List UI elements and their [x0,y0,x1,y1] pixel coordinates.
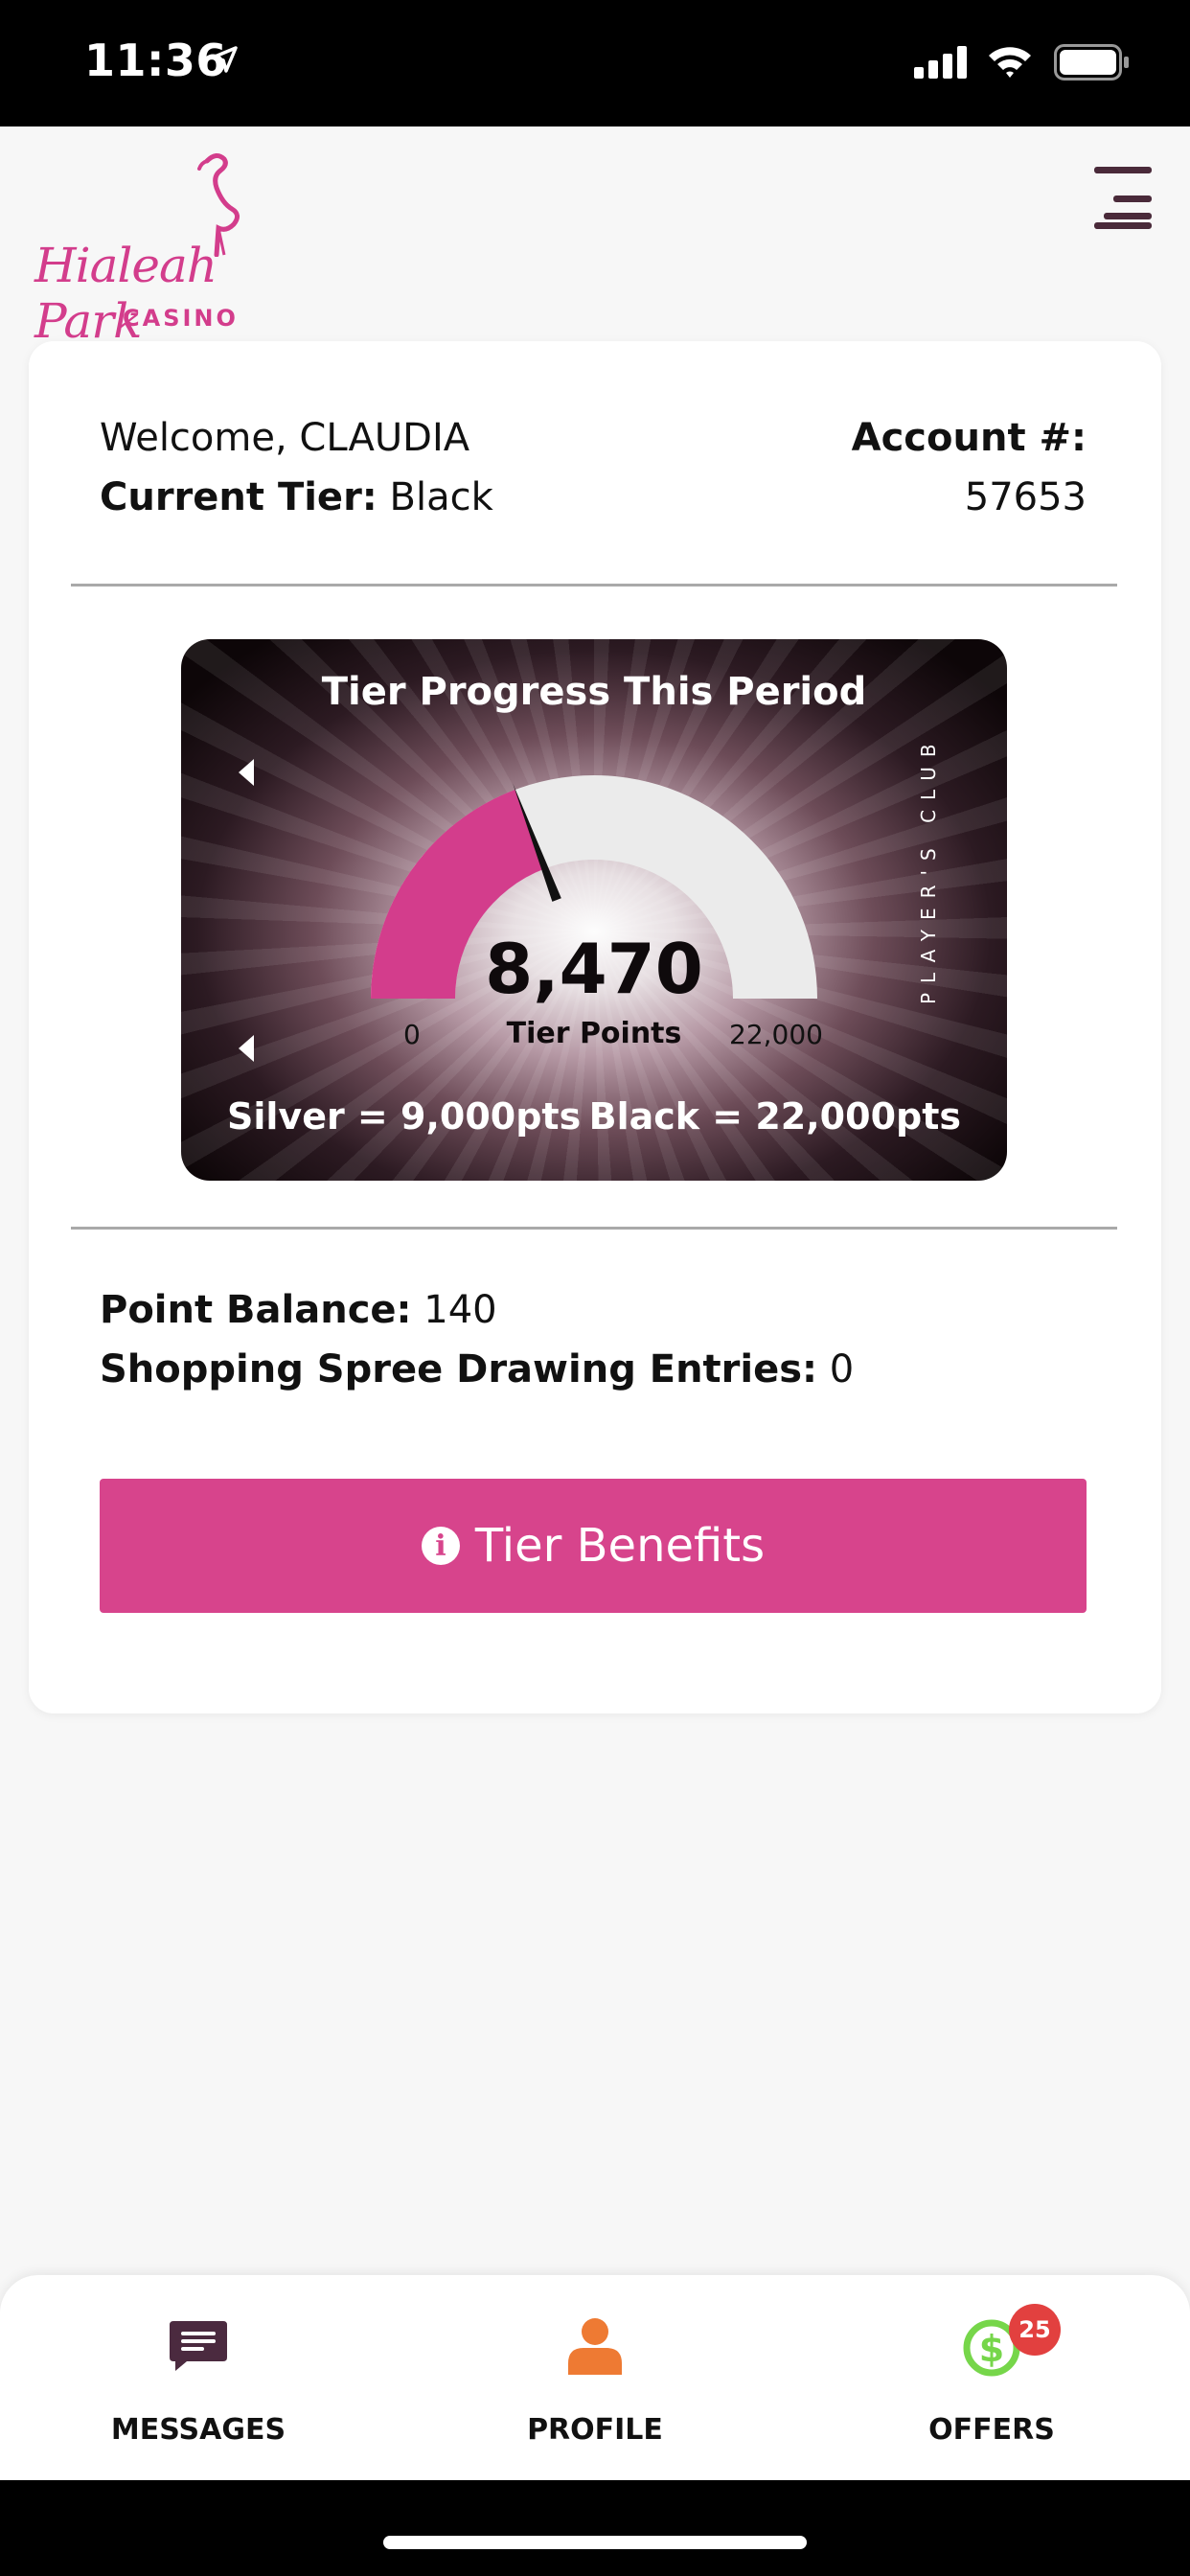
tier-benefits-button[interactable]: i Tier Benefits [100,1479,1087,1613]
menu-line [1104,213,1152,219]
silver-threshold: Silver = 9,000pts [227,1095,582,1138]
svg-text:$: $ [979,2328,1004,2370]
home-indicator[interactable] [383,2536,807,2549]
tier-points-label: Tier Points [506,1017,682,1050]
menu-line [1094,222,1152,229]
tier-points-value: 8,470 [485,929,703,1009]
account-label: Account #: [851,416,1087,460]
tier-label: Current Tier: [100,475,378,519]
nav-profile-label: PROFILE [527,2413,663,2447]
signal-icon [914,46,967,79]
battery-icon [1054,44,1129,80]
gauge-min-label: 0 [403,1019,421,1050]
menu-line [1113,196,1152,202]
nav-messages[interactable]: MESSAGES [55,2275,342,2480]
point-balance-value: 140 [411,1288,497,1332]
black-threshold: Black = 22,000pts [588,1095,961,1138]
offers-badge: 25 [1009,2304,1061,2356]
nav-profile[interactable]: PROFILE [451,2275,739,2480]
message-icon [170,2321,227,2371]
divider [71,584,1117,586]
status-time: 11:36 [84,34,227,86]
status-bar: 11:36 [0,0,1190,126]
bottom-nav: MESSAGES PROFILE $ 25 OFFERS [0,2275,1190,2480]
logo-subtitle: CASINO [123,305,239,332]
menu-line [1094,167,1152,173]
welcome-text: Welcome, CLAUDIA [100,416,470,460]
account-card: Welcome, CLAUDIA Current Tier: Black Acc… [29,341,1161,1714]
tier-progress-card: Tier Progress This Period 8,470 Tier Poi… [181,639,1007,1181]
current-tier: Current Tier: Black [100,475,493,519]
hamburger-menu-button[interactable] [1088,167,1156,234]
logo-text: Hialeah Park [34,238,217,349]
profile-icon [568,2318,622,2375]
drawing-entries: Shopping Spree Drawing Entries: 0 [100,1347,854,1392]
location-icon [211,46,238,73]
home-bar-area [0,2480,1190,2576]
point-balance: Point Balance: 140 [100,1288,497,1332]
drawing-entries-value: 0 [817,1347,855,1392]
account-number: 57653 [964,475,1087,519]
divider [71,1227,1117,1230]
players-club-text: PLAYER'S CLUB [917,734,940,1004]
casino-logo[interactable]: Hialeah Park CASINO [34,151,332,349]
nav-messages-label: MESSAGES [110,2413,286,2447]
tier-value: Black [377,475,493,519]
nav-offers-label: OFFERS [928,2413,1055,2447]
point-balance-label: Point Balance: [100,1288,412,1332]
nav-offers[interactable]: $ 25 OFFERS [848,2275,1135,2480]
wifi-icon [989,47,1031,78]
info-icon: i [421,1527,460,1565]
drawing-entries-label: Shopping Spree Drawing Entries: [100,1347,818,1392]
app-header: Hialeah Park CASINO [0,126,1190,349]
gauge-max-label: 22,000 [729,1019,823,1050]
tier-benefits-label: Tier Benefits [474,1519,766,1573]
